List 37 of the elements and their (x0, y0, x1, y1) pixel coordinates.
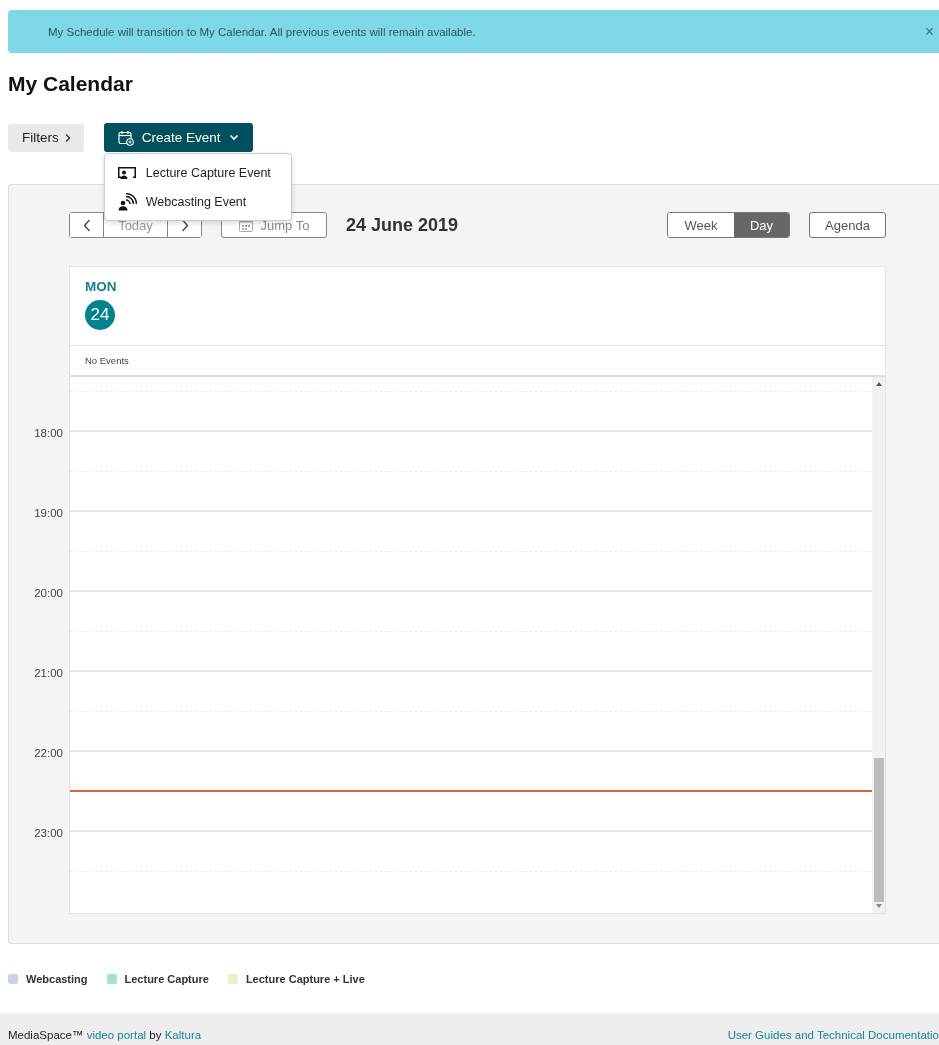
page-title: My Calendar (8, 72, 134, 96)
chevron-down-icon (228, 134, 239, 141)
vendor-link[interactable]: Kaltura (164, 1029, 202, 1041)
time-label: 20:00 (33, 586, 64, 601)
chevron-left-icon (82, 218, 91, 232)
view-tab[interactable]: Week (668, 213, 734, 237)
legend-label: Lecture Capture (124, 972, 209, 985)
notice-text: My Schedule will transition to My Calendar. All previous events will remain available. (48, 25, 477, 38)
scrollbar-thumb[interactable] (874, 758, 884, 902)
time-label: 23:00 (33, 826, 64, 841)
portal-link[interactable]: video portal (86, 1029, 147, 1041)
create-event-button[interactable]: Create Event (103, 123, 253, 152)
menu-item[interactable]: Lecture Capture Event (104, 158, 291, 187)
documentation-link[interactable]: User Guides and Technical Documentatio (727, 1029, 939, 1041)
legend-label: Lecture Capture + Live (245, 972, 365, 985)
current-date: 24 June 2019 (346, 214, 460, 236)
chevron-right-icon (180, 218, 189, 232)
weekday-label: MON (85, 279, 118, 296)
legend-label: Webcasting (26, 972, 88, 985)
scroll-up-icon (876, 382, 882, 386)
chevron-right-icon (63, 132, 71, 143)
time-label: 19:00 (33, 506, 64, 521)
footer-credit: MediaSpace™ video portal by Kaltura (8, 1029, 202, 1041)
scroll-down-icon (876, 904, 882, 908)
time-label: 18:00 (33, 426, 64, 441)
agenda-button[interactable]: Agenda (809, 212, 886, 238)
filters-button[interactable]: Filters (8, 123, 84, 152)
no-events-text: No Events (85, 355, 129, 366)
date-badge: 24 (85, 300, 115, 330)
time-label: 22:00 (33, 746, 64, 761)
close-button[interactable]: × (924, 22, 934, 41)
screen-person-icon (116, 165, 137, 180)
view-tab[interactable]: Day (734, 213, 789, 237)
calendar-icon (238, 218, 253, 232)
calendar-add-icon (117, 129, 134, 146)
person-signal-icon (116, 192, 137, 211)
time-label: 21:00 (33, 666, 64, 681)
